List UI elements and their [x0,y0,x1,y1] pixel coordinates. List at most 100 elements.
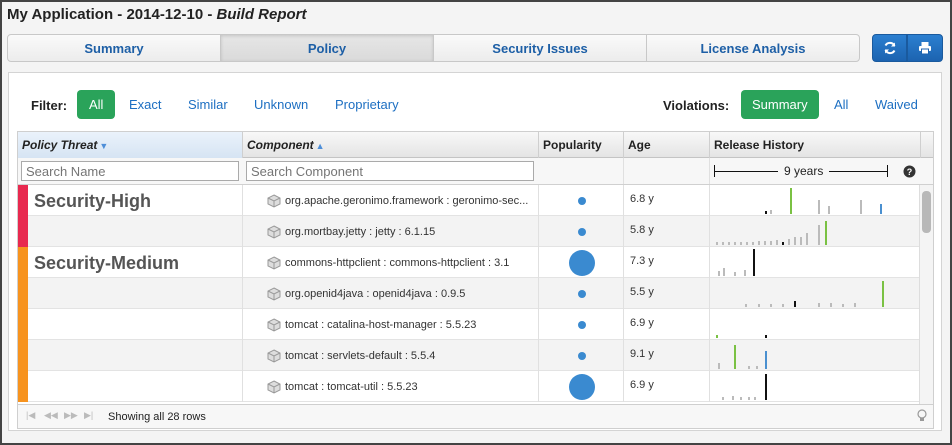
release-mark [722,242,724,245]
release-mark [880,204,882,214]
prev-page-icon[interactable]: ◀◀ [44,410,58,421]
component-cube-icon [267,317,281,332]
component-name: tomcat : catalina-host-manager : 5.5.23 [285,318,477,331]
release-mark [770,304,772,307]
component-cell[interactable]: commons-httpclient : commons-httpclient … [243,247,539,278]
search-component-input[interactable] [246,161,534,181]
age-cell: 6.9 y [624,371,710,402]
release-mark [765,211,767,214]
release-mark [765,351,767,369]
violations-all[interactable]: All [822,90,860,119]
release-mark [740,397,742,400]
threat-level-bar [18,247,28,402]
filter-similar[interactable]: Similar [176,90,240,119]
threat-level-bar [18,185,28,247]
release-mark [728,242,730,245]
filter-label: Filter: [31,98,68,113]
violations-waived[interactable]: Waived [863,90,930,119]
search-name-input[interactable] [21,161,239,181]
popularity-dot [578,290,586,298]
print-icon [919,42,931,55]
col-age[interactable]: Age [624,132,710,158]
col-component[interactable]: Component ▲ [243,132,539,158]
release-mark [753,249,755,276]
grid-footer: |◀ ◀◀ ▶▶ ▶| Showing all 28 rows [17,405,934,429]
release-mark [764,241,766,245]
release-mark [770,241,772,245]
policy-group-security-medium: Security-Medium [18,247,242,402]
tab-policy[interactable]: Policy [221,35,434,61]
filter-unknown[interactable]: Unknown [242,90,320,119]
next-page-icon[interactable]: ▶▶ [64,410,78,421]
component-name: org.openid4java : openid4java : 0.9.5 [285,287,466,300]
first-page-icon[interactable]: |◀ [26,410,35,421]
release-mark [782,304,784,307]
violations-summary[interactable]: Summary [741,90,819,119]
filter-cell-popularity [539,158,624,184]
tab-license-analysis[interactable]: License Analysis [647,35,859,61]
release-mark [806,233,808,245]
scrollbar-thumb[interactable] [922,191,931,233]
page-title: My Application - 2014-12-10 - Build Repo… [7,6,307,23]
violations-label: Violations: [663,98,730,113]
release-mark [744,270,746,276]
component-name: commons-httpclient : commons-httpclient … [285,256,510,269]
svg-text:?: ? [907,167,913,177]
vertical-scrollbar[interactable] [919,185,933,404]
popularity-dot [578,321,586,329]
tab-summary[interactable]: Summary [8,35,221,61]
policy-group-security-high: Security-High [18,185,242,247]
release-mark [765,374,767,400]
col-component-label: Component [247,138,314,152]
col-popularity[interactable]: Popularity [539,132,624,158]
last-page-icon[interactable]: ▶| [84,410,93,421]
print-button[interactable] [907,34,943,62]
filter-bar: Filter: All Exact Similar Unknown Propri… [9,89,941,119]
popularity-cell [539,278,624,309]
lightbulb-icon[interactable] [917,409,927,423]
help-icon[interactable]: ? [903,165,916,178]
release-history-cell [710,185,921,216]
age-cell: 5.5 y [624,278,710,309]
release-mark [790,188,792,214]
component-cube-icon [267,224,281,239]
release-mark [830,303,832,307]
release-mark [818,200,820,214]
col-policy-threat[interactable]: Policy Threat ▼ [18,132,243,158]
filter-all[interactable]: All [77,90,116,119]
release-mark [734,242,736,245]
age-cell: 7.3 y [624,247,710,278]
col-policy-threat-label: Policy Threat [22,138,98,152]
release-mark [758,241,760,245]
filter-proprietary[interactable]: Proprietary [323,90,411,119]
release-mark [842,304,844,307]
policy-panel: Filter: All Exact Similar Unknown Propri… [8,72,942,431]
component-cell[interactable]: tomcat : tomcat-util : 5.5.23 [243,371,539,402]
col-release-history[interactable]: Release History [710,132,921,158]
popularity-cell [539,309,624,340]
release-mark [718,363,720,369]
sort-asc-icon: ▲ [315,141,325,151]
component-cell[interactable]: tomcat : catalina-host-manager : 5.5.23 [243,309,539,340]
age-cell: 5.8 y [624,216,710,247]
component-cube-icon [267,255,281,270]
release-mark [745,304,747,307]
policy-grid: Policy Threat ▼ Component ▲ Popularity Age… [17,131,934,405]
popularity-cell [539,247,624,278]
release-mark [776,240,778,245]
component-cell[interactable]: org.openid4java : openid4java : 0.9.5 [243,278,539,309]
component-name: tomcat : servlets-default : 5.5.4 [285,349,436,362]
component-cell[interactable]: org.apache.geronimo.framework : geronimo… [243,185,539,216]
release-mark [854,303,856,307]
age-cell: 9.1 y [624,340,710,371]
filter-row: 9 years ? [18,158,933,185]
component-cell[interactable]: tomcat : servlets-default : 5.5.4 [243,340,539,371]
release-mark [770,210,772,214]
component-cell[interactable]: org.mortbay.jetty : jetty : 6.1.15 [243,216,539,247]
release-history-cell [710,247,921,278]
filter-exact[interactable]: Exact [117,90,174,119]
release-mark [882,281,884,307]
refresh-button[interactable] [872,34,907,62]
tab-security-issues[interactable]: Security Issues [434,35,647,61]
release-mark [818,303,820,307]
